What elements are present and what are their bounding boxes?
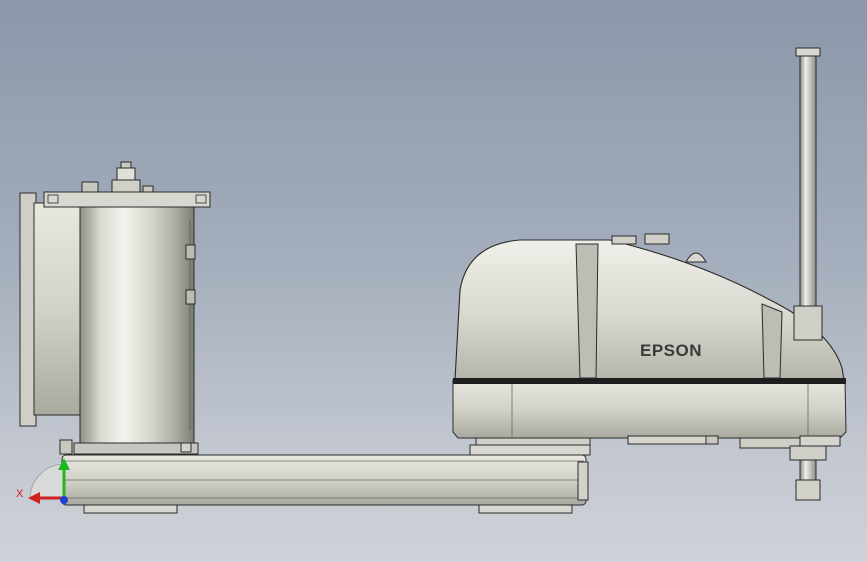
base-top-flange[interactable] xyxy=(43,191,211,208)
cad-viewport[interactable]: EPSON X xyxy=(0,0,867,562)
robot-arm-1[interactable] xyxy=(61,454,589,514)
base-connector-box[interactable] xyxy=(33,202,83,416)
robot-model-view[interactable]: EPSON X xyxy=(0,0,867,562)
robot-arm-2[interactable]: EPSON xyxy=(452,233,847,456)
axis-z-icon xyxy=(60,496,68,504)
brand-label: EPSON xyxy=(640,341,702,360)
cable-gland-icon xyxy=(111,161,141,193)
shaft-upper[interactable] xyxy=(799,55,817,309)
robot-base-column[interactable] xyxy=(19,161,211,455)
coordinate-triad: X xyxy=(16,458,70,504)
axis-x-label: X xyxy=(16,488,24,500)
shaft-lower[interactable] xyxy=(799,459,817,483)
base-lower-collar[interactable] xyxy=(73,442,199,455)
base-column-cylinder[interactable] xyxy=(79,206,195,444)
